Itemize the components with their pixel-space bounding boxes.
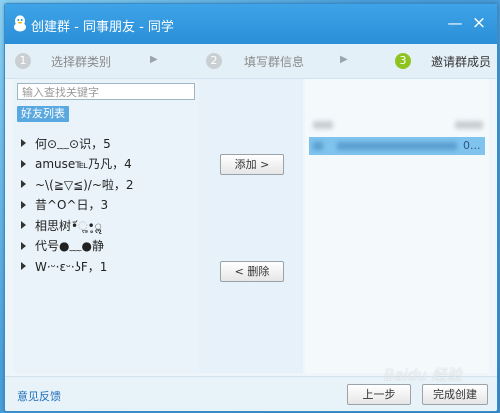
member-row-suffix: 0... xyxy=(463,139,481,152)
friend-group-list: 何⊙﹏⊙识，5 amuse℡乃凡，4 ~\(≧▽≦)/~啦，2 昔^O^日，3 … xyxy=(21,133,197,277)
previous-step-button[interactable]: 上一步 xyxy=(347,384,411,405)
expand-arrow-icon xyxy=(21,221,26,230)
friend-group-item[interactable]: 相思树•᷄ૢ•̥ॢ xyxy=(21,215,197,236)
expand-arrow-icon xyxy=(21,241,26,250)
create-group-dialog: 创建群 - 同事朋友 - 同学 — × 1 选择群类别 ▶ 2 填写群信息 ▶ … xyxy=(4,3,498,412)
blurred-avatar xyxy=(313,142,323,150)
expand-arrow-icon xyxy=(21,139,26,148)
step-1-number: 1 xyxy=(15,53,31,69)
friend-group-name: W·ᵕ·εᵕ·ʖF，1 xyxy=(35,259,108,274)
expand-arrow-icon xyxy=(21,180,26,189)
step-1: 1 选择群类别 xyxy=(15,52,111,70)
friend-group-item[interactable]: ~\(≧▽≦)/~啦，2 xyxy=(21,174,197,195)
blurred-header-text xyxy=(455,121,483,129)
minimize-icon[interactable]: — xyxy=(445,13,465,33)
chevron-right-icon: ▶ xyxy=(340,54,348,65)
friend-list-panel: 输入查找关键字 好友列表 何⊙﹏⊙识，5 amuse℡乃凡，4 ~\(≧▽≦)/… xyxy=(13,79,199,373)
feedback-link[interactable]: 意见反馈 xyxy=(17,388,61,404)
close-icon[interactable]: × xyxy=(469,13,489,33)
friend-group-name: 昔^O^日，3 xyxy=(35,198,109,213)
step-3-number: 3 xyxy=(395,53,411,69)
watermark: Baidu 经验 xyxy=(384,366,462,384)
finish-create-button[interactable]: 完成创建 xyxy=(422,384,488,405)
friend-group-item[interactable]: 昔^O^日，3 xyxy=(21,195,197,216)
step-1-label: 选择群类别 xyxy=(51,54,112,69)
blurred-header-text xyxy=(313,121,333,129)
chevron-right-icon: ▶ xyxy=(150,54,158,65)
step-3-label: 邀请群成员 xyxy=(431,54,492,69)
blurred-member-name xyxy=(337,142,457,150)
friend-group-name: ~\(≧▽≦)/~啦，2 xyxy=(35,177,134,192)
expand-arrow-icon xyxy=(21,262,26,271)
qq-penguin-icon xyxy=(14,15,26,32)
friend-group-name: 何⊙﹏⊙识，5 xyxy=(35,136,111,151)
friend-group-item[interactable]: 代号●﹏●静 xyxy=(21,236,197,257)
tab-friend-list[interactable]: 好友列表 xyxy=(17,106,69,122)
friend-group-item[interactable]: W·ᵕ·εᵕ·ʖF，1 xyxy=(21,256,197,277)
add-button[interactable]: 添加 > xyxy=(220,154,284,175)
expand-arrow-icon xyxy=(21,159,26,168)
wizard-steps: 1 选择群类别 ▶ 2 填写群信息 ▶ 3 邀请群成员 xyxy=(5,44,497,79)
title-bar[interactable]: 创建群 - 同事朋友 - 同学 — × xyxy=(5,4,497,44)
friend-group-name: 相思树•᷄ૢ•̥ॢ xyxy=(35,218,102,233)
search-input[interactable]: 输入查找关键字 xyxy=(17,83,195,100)
friend-group-name: amuse℡乃凡，4 xyxy=(35,157,132,172)
selected-member-row[interactable]: 0... xyxy=(309,137,485,155)
step-3: 3 邀请群成员 xyxy=(395,52,491,70)
selected-members-panel: 0... xyxy=(305,79,489,373)
friend-group-item[interactable]: amuse℡乃凡，4 xyxy=(21,154,197,175)
step-2-number: 2 xyxy=(206,53,222,69)
window-title: 创建群 - 同事朋友 - 同学 xyxy=(31,20,174,35)
expand-arrow-icon xyxy=(21,200,26,209)
step-2-label: 填写群信息 xyxy=(244,54,305,69)
step-2: 2 填写群信息 xyxy=(206,52,304,70)
remove-button[interactable]: < 删除 xyxy=(220,261,284,282)
friend-group-item[interactable]: 何⊙﹏⊙识，5 xyxy=(21,133,197,154)
friend-group-name: 代号●﹏●静 xyxy=(35,239,104,254)
action-panel: 添加 > < 删除 xyxy=(199,79,303,373)
